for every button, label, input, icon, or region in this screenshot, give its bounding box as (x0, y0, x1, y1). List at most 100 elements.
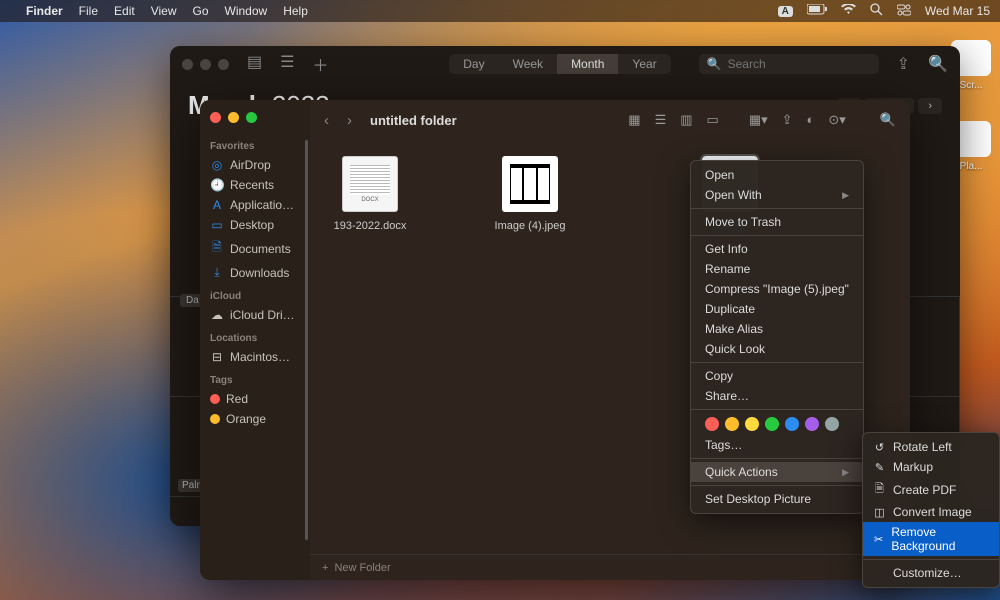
sidebar-section-tags: Tags (210, 375, 310, 386)
calendar-add-icon[interactable]: ＋ (312, 52, 328, 76)
file-item[interactable]: Image (4).jpeg (480, 156, 580, 232)
seg-year[interactable]: Year (618, 54, 670, 74)
sidebar-item-desktop[interactable]: ▭Desktop (210, 215, 310, 235)
ctx-share[interactable]: Share… (691, 386, 863, 406)
sub-convert-image[interactable]: ◫Convert Image (863, 502, 999, 522)
tag-gray-icon[interactable] (825, 417, 839, 431)
finder-statusbar: + New Folder (310, 554, 910, 580)
rotate-icon: ↺ (873, 441, 886, 454)
sub-markup[interactable]: ✎Markup (863, 457, 999, 477)
menu-edit[interactable]: Edit (114, 4, 135, 18)
battery-icon[interactable] (807, 4, 827, 18)
file-item[interactable]: DOCX 193-2022.docx (320, 156, 420, 232)
new-folder-icon[interactable]: + (322, 562, 328, 574)
markup-icon: ✎ (873, 461, 886, 474)
airdrop-icon: ◎ (210, 158, 224, 172)
group-icon[interactable]: ▦▾ (749, 112, 768, 128)
calendar-list-icon[interactable]: ☰ (280, 52, 294, 76)
sidebar-item-recents[interactable]: 🕘Recents (210, 175, 310, 195)
window-title: untitled folder (370, 113, 457, 128)
menu-go[interactable]: Go (193, 4, 209, 18)
nav-back-icon[interactable]: ‹ (324, 112, 329, 129)
ctx-open[interactable]: Open (691, 165, 863, 185)
sidebar-item-airdrop[interactable]: ◎AirDrop (210, 155, 310, 175)
control-center-icon[interactable] (897, 4, 911, 19)
seg-week[interactable]: Week (499, 54, 557, 74)
share-icon[interactable]: ⇪ (782, 112, 793, 128)
disk-icon: ⊟ (210, 350, 224, 364)
tag-blue-icon[interactable] (785, 417, 799, 431)
view-segment[interactable]: Day Week Month Year (449, 54, 670, 74)
ctx-duplicate[interactable]: Duplicate (691, 299, 863, 319)
docx-thumbnail-icon: DOCX (342, 156, 398, 212)
menu-file[interactable]: File (79, 4, 98, 18)
ctx-quick-look[interactable]: Quick Look (691, 339, 863, 359)
ctx-quick-actions[interactable]: Quick Actions▶ (691, 462, 863, 482)
view-columns-icon[interactable]: ▥ (680, 112, 692, 128)
window-controls[interactable] (210, 108, 310, 133)
ctx-make-alias[interactable]: Make Alias (691, 319, 863, 339)
ctx-set-desktop-picture[interactable]: Set Desktop Picture (691, 489, 863, 509)
sidebar-section-favorites: Favorites (210, 141, 310, 152)
sub-customize[interactable]: Customize… (863, 563, 999, 583)
menu-help[interactable]: Help (283, 4, 308, 18)
tag-icon[interactable]: ◐ (807, 112, 815, 128)
tag-green-icon[interactable] (765, 417, 779, 431)
seg-month[interactable]: Month (557, 54, 618, 74)
ctx-rename[interactable]: Rename (691, 259, 863, 279)
desktop-icon: ▭ (210, 218, 224, 232)
image-thumbnail-icon (502, 156, 558, 212)
menubar: Finder File Edit View Go Window Help A W… (0, 0, 1000, 22)
new-folder-label[interactable]: New Folder (334, 562, 390, 574)
tag-yellow-icon[interactable] (745, 417, 759, 431)
sidebar-item-icloud-drive[interactable]: ☁iCloud Dri… (210, 305, 310, 325)
tag-orange-icon[interactable] (725, 417, 739, 431)
tag-purple-icon[interactable] (805, 417, 819, 431)
search-icon[interactable]: 🔍 (880, 112, 896, 128)
sidebar-tag-red[interactable]: Red (210, 389, 310, 409)
ctx-move-to-trash[interactable]: Move to Trash (691, 212, 863, 232)
seg-day[interactable]: Day (449, 54, 498, 74)
next-button[interactable]: › (918, 98, 942, 114)
search-icon[interactable]: 🔍 (928, 54, 948, 74)
ctx-copy[interactable]: Copy (691, 366, 863, 386)
menu-window[interactable]: Window (225, 4, 268, 18)
view-gallery-icon[interactable]: ▭ (707, 112, 719, 128)
documents-icon: 🗎 (210, 238, 224, 259)
search-icon: 🔍 (707, 57, 722, 71)
convert-icon: ◫ (873, 506, 886, 519)
sidebar-item-applications[interactable]: AApplicatio… (210, 195, 310, 215)
sidebar-section-locations: Locations (210, 333, 310, 344)
sidebar-item-downloads[interactable]: ⤓Downloads (210, 262, 310, 283)
tag-red-icon[interactable] (705, 417, 719, 431)
sidebar-item-macintosh-hd[interactable]: ⊟Macintos… (210, 347, 310, 367)
chevron-right-icon: ▶ (842, 190, 849, 201)
ctx-tag-colors[interactable] (691, 413, 863, 435)
ctx-tags[interactable]: Tags… (691, 435, 863, 455)
share-icon[interactable]: ⇪ (897, 54, 910, 74)
wifi-icon[interactable] (841, 4, 856, 18)
ctx-get-info[interactable]: Get Info (691, 239, 863, 259)
recents-icon: 🕘 (210, 178, 224, 192)
input-source-icon[interactable]: A (778, 6, 793, 17)
date-time[interactable]: Wed Mar 15 (925, 4, 990, 18)
finder-toolbar: ‹ › untitled folder ▦ ☰ ▥ ▭ ▦▾ ⇪ ◐ ⊙▾ 🔍 (310, 100, 910, 140)
sub-remove-background[interactable]: ✂Remove Background (863, 522, 999, 556)
sidebar-item-documents[interactable]: 🗎Documents (210, 235, 310, 262)
nav-forward-icon[interactable]: › (347, 112, 352, 129)
calendar-sidebar-icon[interactable]: ▤ (247, 52, 262, 76)
app-name[interactable]: Finder (26, 4, 63, 18)
window-controls[interactable] (182, 59, 229, 70)
icloud-icon: ☁ (210, 308, 224, 322)
ctx-compress[interactable]: Compress "Image (5).jpeg" (691, 279, 863, 299)
spotlight-icon[interactable] (870, 3, 883, 19)
view-list-icon[interactable]: ☰ (655, 112, 667, 128)
sub-rotate-left[interactable]: ↺Rotate Left (863, 437, 999, 457)
sidebar-tag-orange[interactable]: Orange (210, 409, 310, 429)
view-icons-icon[interactable]: ▦ (628, 112, 640, 128)
menu-view[interactable]: View (151, 4, 177, 18)
action-icon[interactable]: ⊙▾ (828, 112, 845, 128)
calendar-search[interactable]: 🔍 Search (699, 54, 879, 74)
sub-create-pdf[interactable]: 🗎Create PDF (863, 477, 999, 502)
ctx-open-with[interactable]: Open With▶ (691, 185, 863, 205)
